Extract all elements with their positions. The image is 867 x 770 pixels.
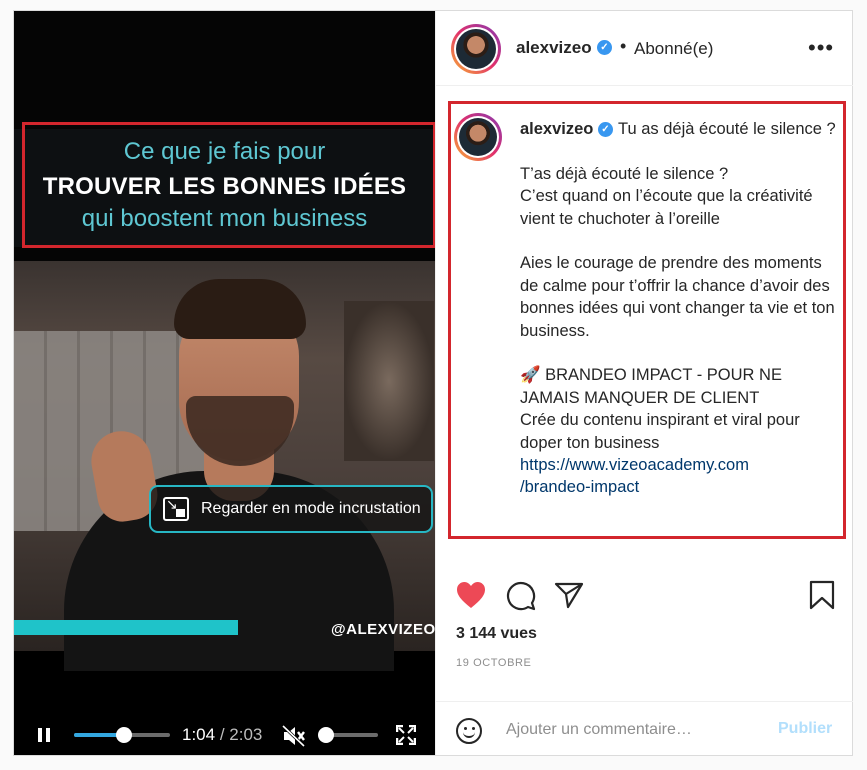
lamp xyxy=(344,301,434,461)
header-username[interactable]: alexvizeo xyxy=(516,38,592,58)
share-icon[interactable] xyxy=(554,581,584,609)
video-frame[interactable]: Ce que je fais pour TROUVER LES BONNES I… xyxy=(14,11,435,671)
bookmark-icon[interactable] xyxy=(809,580,835,610)
view-count[interactable]: 3 144 vues xyxy=(456,625,537,643)
comment-bar: Publier xyxy=(436,701,853,756)
video-player[interactable]: Ce que je fais pour TROUVER LES BONNES I… xyxy=(14,11,435,755)
post-side-panel: alexvizeo ✓ • Abonné(e) ••• alexvizeo ✓ … xyxy=(435,11,853,755)
instagram-post: Ce que je fais pour TROUVER LES BONNES I… xyxy=(13,10,853,756)
heart-icon[interactable] xyxy=(456,581,486,609)
video-watermark: @ALEXVIZEO xyxy=(331,621,435,638)
pip-label: Regarder en mode incrustation xyxy=(201,500,421,517)
post-header: alexvizeo ✓ • Abonné(e) ••• xyxy=(436,11,853,86)
comment-input[interactable] xyxy=(504,715,758,745)
more-options-icon[interactable]: ••• xyxy=(808,35,834,61)
volume-handle[interactable] xyxy=(318,727,334,743)
video-accent-bar xyxy=(14,620,238,635)
post-date[interactable]: 19 OCTOBRE xyxy=(456,657,532,669)
seek-handle[interactable] xyxy=(115,727,132,743)
emoji-icon[interactable] xyxy=(456,718,482,744)
pause-icon[interactable] xyxy=(38,728,50,742)
follow-status[interactable]: Abonné(e) xyxy=(634,39,713,59)
time-display: 1:04 / 2:03 xyxy=(182,725,262,745)
mute-icon[interactable] xyxy=(282,725,306,747)
verified-badge-icon: ✓ xyxy=(597,40,612,55)
picture-in-picture-icon xyxy=(163,496,189,521)
video-controls: 1:04 / 2:03 xyxy=(14,711,435,755)
annotation-box-caption xyxy=(448,101,846,539)
action-bar xyxy=(436,566,853,611)
current-time: 1:04 xyxy=(182,725,216,744)
fullscreen-icon[interactable] xyxy=(396,725,416,745)
publish-button[interactable]: Publier xyxy=(778,720,832,738)
total-time: / 2:03 xyxy=(219,725,263,744)
comment-icon[interactable] xyxy=(506,581,536,611)
person-hair xyxy=(174,279,306,339)
annotation-box-title xyxy=(22,122,435,248)
header-avatar[interactable] xyxy=(451,24,501,74)
pip-button[interactable]: Regarder en mode incrustation xyxy=(149,485,433,533)
video-scene xyxy=(14,261,435,671)
separator-dot: • xyxy=(620,36,627,56)
